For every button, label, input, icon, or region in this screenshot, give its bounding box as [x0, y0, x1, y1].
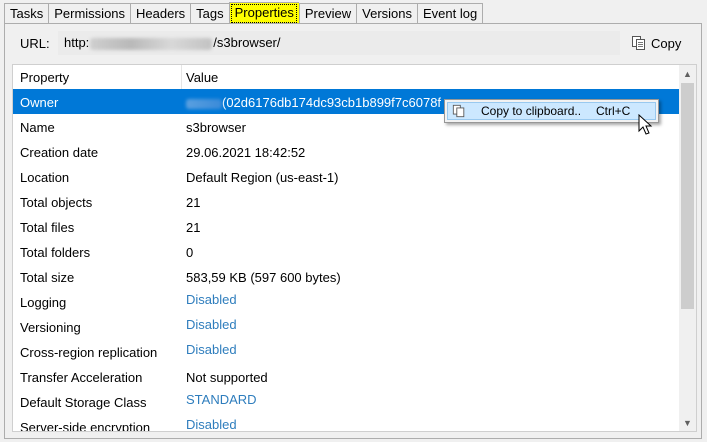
url-suffix: /s3browser/ — [213, 35, 281, 50]
mouse-cursor-icon — [638, 114, 653, 135]
property-value-link[interactable]: Disabled — [186, 342, 237, 357]
table-row[interactable]: Logging Disabled — [13, 289, 679, 314]
tab-permissions[interactable]: Permissions — [48, 3, 131, 25]
table-row[interactable]: Total objects 21 — [13, 189, 679, 214]
redacted-host — [90, 37, 213, 50]
property-name: Total objects — [20, 195, 93, 210]
property-value: Not supported — [186, 370, 268, 385]
property-name: Default Storage Class — [20, 395, 147, 410]
property-value: 29.06.2021 18:42:52 — [186, 145, 306, 160]
context-menu: Copy to clipboard.. Ctrl+C — [444, 99, 659, 123]
copy-url-button[interactable]: Copy — [627, 32, 687, 54]
table-row[interactable]: Total size 583,59 KB (597 600 bytes) — [13, 264, 679, 289]
url-field[interactable]: http: /s3browser/ — [58, 31, 620, 55]
property-value: (02d6176db174dc93cb1b899f7c6078f — [186, 95, 441, 110]
table-row[interactable]: Transfer Acceleration Not supported — [13, 364, 679, 389]
tab-preview[interactable]: Preview — [298, 3, 357, 25]
property-name: Owner — [20, 95, 59, 110]
property-name: Creation date — [20, 145, 99, 160]
scroll-thumb[interactable] — [681, 83, 694, 309]
property-value-link[interactable]: STANDARD — [186, 392, 257, 407]
property-value: 21 — [186, 195, 201, 210]
property-value: 21 — [186, 220, 201, 235]
scroll-up-icon[interactable]: ▲ — [679, 65, 696, 82]
tab-properties[interactable]: Properties — [228, 2, 299, 25]
property-name: Server-side encryption — [20, 420, 151, 432]
list-rows: Owner (02d6176db174dc93cb1b899f7c6078f Nam… — [13, 89, 679, 432]
tab-headers[interactable]: Headers — [130, 3, 191, 25]
copy-button-label: Copy — [651, 35, 682, 51]
tab-versions[interactable]: Versions — [356, 3, 418, 25]
property-value-link[interactable]: Disabled — [186, 417, 237, 431]
url-prefix: http: — [64, 35, 90, 50]
tab-event-log[interactable]: Event log — [417, 3, 484, 25]
menu-item-copy-to-clipboard[interactable]: Copy to clipboard.. Ctrl+C — [447, 102, 656, 120]
table-row[interactable]: Total files 21 — [13, 214, 679, 239]
property-name: Versioning — [20, 320, 81, 335]
menu-item-label: Copy to clipboard.. — [481, 104, 582, 118]
url-label: URL: — [20, 36, 50, 51]
property-name: Name — [20, 120, 55, 135]
table-row[interactable]: Server-side encryption Disabled — [13, 414, 679, 432]
table-row[interactable]: Versioning Disabled — [13, 314, 679, 339]
scroll-down-icon[interactable]: ▼ — [679, 414, 696, 431]
property-value-link[interactable]: Disabled — [186, 292, 237, 307]
property-name: Total folders — [20, 245, 91, 260]
property-name: Logging — [20, 295, 67, 310]
property-value: Default Region (us-east-1) — [186, 170, 339, 185]
property-name: Location — [20, 170, 70, 185]
tab-tasks[interactable]: Tasks — [4, 3, 49, 25]
list-header: Property Value — [13, 65, 679, 90]
table-row[interactable]: Total folders 0 — [13, 239, 679, 264]
table-row[interactable]: Creation date 29.06.2021 18:42:52 — [13, 139, 679, 164]
copy-icon — [632, 36, 645, 50]
table-row[interactable]: Cross-region replication Disabled — [13, 339, 679, 364]
property-name: Total size — [20, 270, 75, 285]
vertical-scrollbar[interactable]: ▲ ▼ — [679, 65, 696, 431]
tab-tags[interactable]: Tags — [190, 3, 229, 25]
property-value: 0 — [186, 245, 194, 260]
column-divider[interactable] — [181, 65, 182, 89]
property-name: Transfer Acceleration — [20, 370, 143, 385]
copy-icon — [452, 104, 465, 118]
property-value-link[interactable]: Disabled — [186, 317, 237, 332]
owner-id-text: (02d6176db174dc93cb1b899f7c6078f — [222, 95, 442, 110]
table-row[interactable]: Location Default Region (us-east-1) — [13, 164, 679, 189]
column-header-property[interactable]: Property — [20, 70, 69, 85]
table-row[interactable]: Default Storage Class STANDARD — [13, 389, 679, 414]
property-value: s3browser — [186, 120, 246, 135]
redacted-owner-name — [186, 98, 222, 109]
property-value: 583,59 KB (597 600 bytes) — [186, 270, 341, 285]
column-header-value[interactable]: Value — [186, 70, 218, 85]
menu-item-shortcut: Ctrl+C — [596, 104, 631, 118]
property-name: Total files — [20, 220, 75, 235]
property-name: Cross-region replication — [20, 345, 158, 360]
tab-strip: Tasks Permissions Headers Tags Propertie… — [4, 2, 484, 25]
